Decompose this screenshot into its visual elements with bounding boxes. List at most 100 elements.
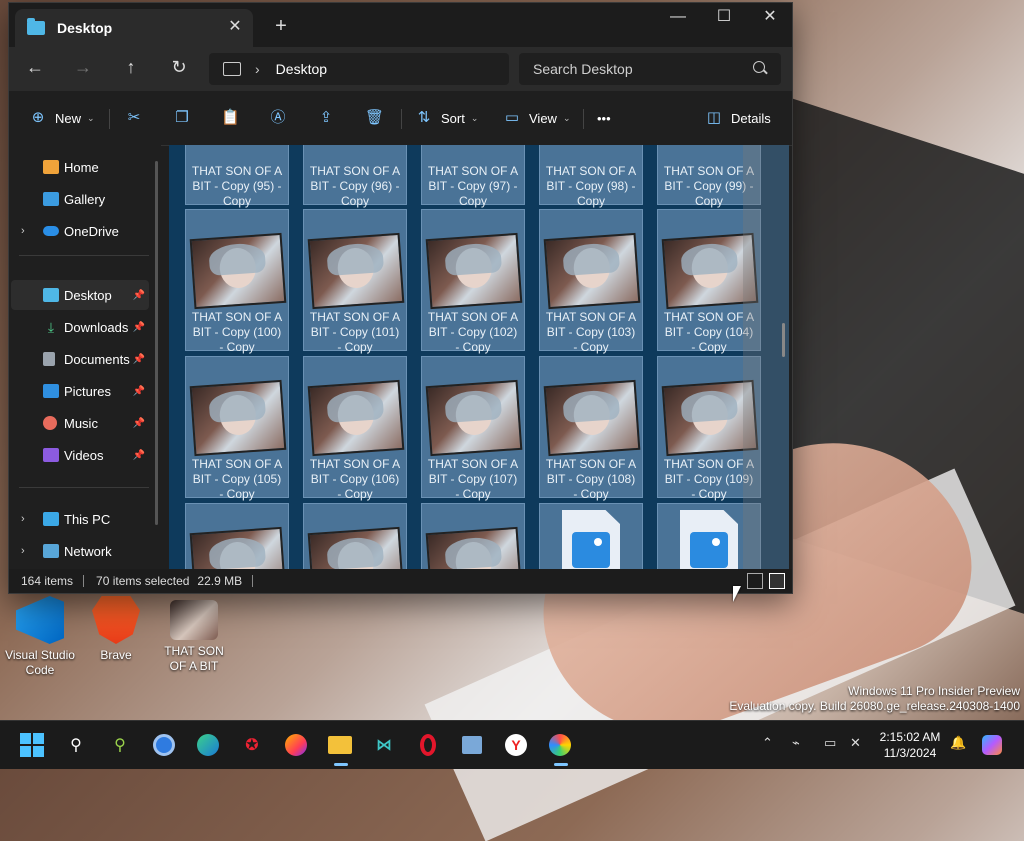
file-tile[interactable]: THAT SON OF A BIT - Copy (102) - Copy	[421, 209, 525, 354]
cut-button[interactable]: ✂	[125, 106, 143, 130]
tab-title: Desktop	[57, 20, 113, 36]
back-button[interactable]: ←	[21, 57, 49, 81]
refresh-button[interactable]: ↻	[165, 57, 193, 81]
up-button[interactable]: ↑	[117, 57, 145, 81]
details-button[interactable]: ◫ Details	[705, 106, 771, 130]
pin-icon: 📌	[132, 385, 145, 397]
computer-icon	[223, 62, 241, 76]
taskbar-app-paint[interactable]	[546, 731, 574, 766]
image-thumbnail	[189, 526, 287, 569]
file-name-line: - Copy	[573, 340, 609, 354]
taskbar-app-visual-studio[interactable]: ⋈	[370, 731, 398, 759]
start-button[interactable]	[18, 731, 46, 759]
delete-button[interactable]: 🗑	[365, 106, 384, 130]
file-tile[interactable]: THAT SON OF A BIT - Copy (103) - Copy	[539, 209, 643, 354]
sidebar-item-music[interactable]: Music 📌	[11, 408, 149, 438]
share-button[interactable]: ⇪	[317, 106, 335, 130]
more-options-button[interactable]: •••	[597, 106, 611, 130]
sidebar-item-desktop[interactable]: Desktop 📌	[11, 280, 149, 310]
file-tile[interactable]: THAT SON OF A BIT - Copy (108) - Copy	[539, 356, 643, 501]
file-name-line: Copy	[576, 194, 605, 208]
file-tile[interactable]	[539, 503, 643, 569]
chevron-right-icon: ›	[255, 61, 260, 77]
close-window-button[interactable]: ✕	[747, 3, 792, 33]
chevron-right-icon[interactable]: ›	[21, 513, 25, 525]
sidebar-item-downloads[interactable]: ⤓ Downloads 📌	[11, 312, 149, 342]
chevron-down-icon: ⌄	[562, 112, 571, 123]
image-thumbnail	[189, 379, 287, 457]
tab-desktop[interactable]: Desktop ✕	[15, 9, 253, 47]
taskbar-app-edge[interactable]	[194, 731, 222, 759]
sidebar-item-videos[interactable]: Videos 📌	[11, 440, 149, 470]
file-tile[interactable]: THAT SON OF A BIT - Copy (101) - Copy	[303, 209, 407, 354]
details-view-button[interactable]	[747, 573, 763, 589]
file-tile[interactable]: THAT SON OF A BIT - Copy (95) - Copy	[185, 145, 289, 208]
search-input[interactable]	[519, 53, 781, 85]
taskbar-app-red[interactable]: ✪	[238, 731, 266, 759]
show-hidden-icons-button[interactable]: ⌃	[762, 735, 773, 751]
file-tile[interactable]: THAT SON OF A BIT - Copy (98) - Copy	[539, 145, 643, 208]
file-tile[interactable]	[421, 503, 525, 569]
taskbar-app-yandex[interactable]: Y	[502, 731, 530, 759]
chevron-right-icon[interactable]: ›	[21, 225, 25, 237]
file-name-line: - Copy	[455, 487, 491, 501]
sidebar-scrollbar[interactable]	[155, 161, 158, 525]
breadcrumb[interactable]: › Desktop	[209, 53, 509, 85]
close-tab-button[interactable]: ✕	[225, 17, 245, 37]
display-icon[interactable]: ▭	[824, 735, 836, 751]
taskbar-app-file-explorer[interactable]	[326, 731, 354, 766]
desktop-icon-vscode[interactable]: Visual Studio Code	[0, 596, 80, 678]
rename-button[interactable]: Ⓐ	[269, 106, 287, 130]
taskbar-app-tool[interactable]	[458, 731, 486, 759]
paste-button[interactable]: 📋	[221, 106, 240, 130]
file-tile[interactable]: THAT SON OF A BIT - Copy (105) - Copy	[185, 356, 289, 501]
taskbar-app-search-tool[interactable]: ⚲	[106, 731, 134, 759]
sidebar-item-onedrive[interactable]: › OneDrive	[11, 216, 149, 246]
file-name: THAT SON OF A BIT - Copy (102) - Copy	[424, 310, 522, 355]
mouse-cursor	[733, 586, 741, 602]
file-name-line: Copy	[458, 194, 487, 208]
sidebar-item-documents[interactable]: Documents 📌	[11, 344, 149, 374]
clock[interactable]: 2:15:02 AM 11/3/2024	[870, 729, 950, 761]
sidebar-item-this-pc[interactable]: › This PC	[11, 504, 149, 534]
chevron-right-icon[interactable]: ›	[21, 545, 25, 557]
sidebar-item-home[interactable]: Home	[11, 152, 149, 182]
sidebar-item-pictures[interactable]: Pictures 📌	[11, 376, 149, 406]
notification-bell-icon[interactable]: 🔔	[950, 735, 966, 751]
copy-button[interactable]: ❐	[173, 106, 191, 130]
breadcrumb-desktop[interactable]: Desktop	[276, 61, 327, 77]
taskbar-app-chrome[interactable]	[150, 731, 178, 759]
drag-selection-edge	[743, 145, 789, 569]
taskbar-app-firefox[interactable]	[282, 731, 310, 759]
large-icons-view-button[interactable]	[769, 573, 785, 589]
file-tile[interactable]: THAT SON OF A BIT - Copy (97) - Copy	[421, 145, 525, 208]
file-tile[interactable]: THAT SON OF A BIT - Copy (106) - Copy	[303, 356, 407, 501]
file-tile[interactable]: THAT SON OF A BIT - Copy (100) - Copy	[185, 209, 289, 354]
desktop-icon-brave[interactable]: Brave	[76, 596, 156, 663]
new-button[interactable]: ⊕ New ⌄	[29, 106, 95, 130]
file-tile[interactable]	[185, 503, 289, 569]
sort-button[interactable]: ⇅ Sort ⌄	[415, 106, 479, 130]
volume-muted-icon[interactable]: ✕	[850, 735, 861, 751]
taskbar-app-opera[interactable]	[414, 731, 442, 759]
view-button[interactable]: ▭ View ⌄	[503, 106, 571, 130]
content-scrollbar[interactable]	[782, 323, 785, 357]
desktop-icon-meme[interactable]: THAT SON OF A BIT	[154, 600, 234, 674]
file-tile[interactable]: THAT SON OF A BIT - Copy (96) - Copy	[303, 145, 407, 208]
new-tab-button[interactable]: +	[269, 15, 293, 38]
file-explorer-window: Desktop ✕ + — ☐ ✕ ← → ↑ ↻ › Desktop ⊕ Ne…	[8, 2, 793, 594]
file-tile[interactable]	[303, 503, 407, 569]
sidebar-item-gallery[interactable]: Gallery	[11, 184, 149, 214]
search-taskbar-button[interactable]: ⚲	[62, 731, 90, 759]
evaluation-watermark: Windows 11 Pro Insider Preview Evaluatio…	[729, 684, 1020, 714]
network-off-icon[interactable]: ⌁	[792, 735, 800, 751]
app-icon: ⋈	[376, 737, 392, 754]
sidebar-item-network[interactable]: › Network	[11, 536, 149, 566]
minimize-button[interactable]: —	[655, 3, 701, 33]
download-icon: ⤓	[47, 319, 55, 335]
copilot-icon[interactable]	[982, 735, 1002, 758]
file-tile[interactable]: THAT SON OF A BIT - Copy (107) - Copy	[421, 356, 525, 501]
forward-button[interactable]: →	[69, 57, 97, 81]
maximize-button[interactable]: ☐	[701, 3, 747, 33]
image-thumbnail	[425, 232, 523, 310]
